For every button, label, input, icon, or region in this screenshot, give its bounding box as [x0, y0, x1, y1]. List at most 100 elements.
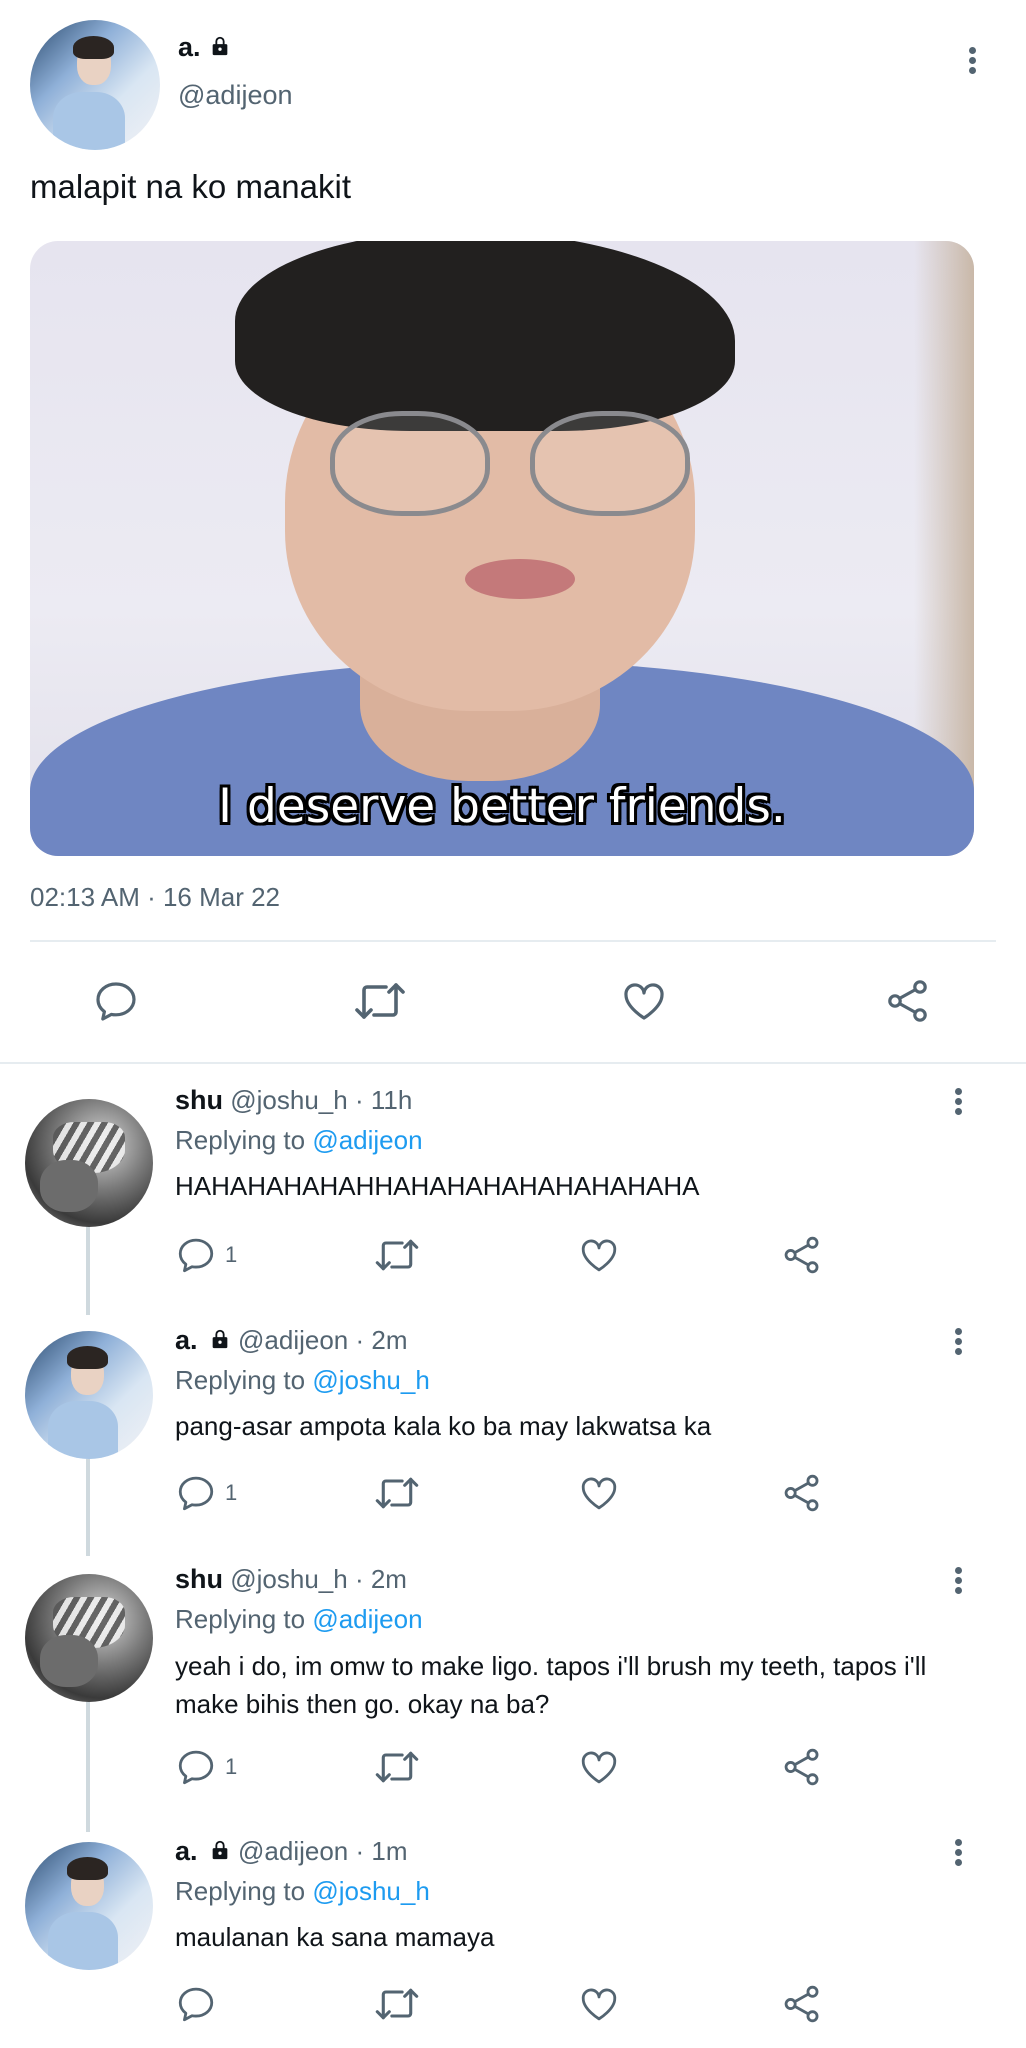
display-name[interactable]: a. — [178, 32, 201, 62]
media-caption: I deserve better friends. — [218, 779, 786, 834]
replying-prefix: Replying to — [175, 1125, 306, 1155]
reply-button[interactable]: 1 — [175, 1746, 237, 1788]
reply-text: maulanan ka sana mamaya — [175, 1922, 495, 1952]
retweet-icon — [375, 1477, 419, 1509]
mention-link[interactable]: @adijeon — [312, 1604, 422, 1634]
replying-to: Replying to @adijeon — [175, 1604, 423, 1635]
display-name[interactable]: shu — [175, 1085, 223, 1115]
like-button[interactable] — [578, 1983, 620, 2025]
display-name[interactable]: a. — [175, 1836, 198, 1866]
reply-time[interactable]: · 1m — [355, 1836, 407, 1866]
reply-author: a. @adijeon · 1m — [175, 1836, 407, 1867]
reply-icon — [178, 1238, 214, 1273]
replying-prefix: Replying to — [175, 1365, 306, 1395]
retweet-button[interactable] — [373, 1234, 421, 1276]
like-icon — [624, 983, 664, 1020]
share-button[interactable] — [781, 1983, 823, 2025]
replying-to: Replying to @joshu_h — [175, 1365, 430, 1396]
retweet-icon — [375, 1751, 419, 1783]
mention-link[interactable]: @adijeon — [312, 1125, 422, 1155]
author-handle[interactable]: @adijeon — [238, 1325, 348, 1355]
like-icon — [581, 1477, 617, 1510]
reply-button[interactable] — [175, 1983, 225, 2025]
more-options-icon[interactable] — [948, 1325, 968, 1361]
author-handle[interactable]: @joshu_h — [230, 1564, 347, 1594]
retweet-icon — [375, 1988, 419, 2020]
like-icon — [581, 1988, 617, 2021]
avatar[interactable] — [25, 1842, 153, 1970]
more-options-icon[interactable] — [948, 1836, 968, 1872]
reply-tweet[interactable]: a. @adijeon · 1m Replying to @joshu_h ma… — [0, 1836, 1026, 2048]
avatar[interactable] — [25, 1331, 153, 1459]
lock-icon — [212, 36, 228, 56]
reply-count: 1 — [225, 1480, 238, 1505]
tweet-timestamp[interactable]: 02:13 AM · 16 Mar 22 — [30, 882, 280, 913]
like-button[interactable] — [578, 1472, 620, 1514]
reply-time[interactable]: · 2m — [355, 1325, 407, 1355]
author-handle[interactable]: @adijeon — [178, 80, 293, 111]
retweet-button[interactable] — [352, 977, 408, 1025]
like-button[interactable] — [578, 1234, 620, 1276]
reply-time[interactable]: · 2m — [355, 1564, 407, 1594]
reply-tweet[interactable]: shu @joshu_h · 2m Replying to @adijeon y… — [0, 1564, 1026, 1824]
retweet-icon — [375, 1239, 419, 1271]
replying-prefix: Replying to — [175, 1876, 306, 1906]
section-divider — [0, 1062, 1026, 1064]
display-name[interactable]: a. — [175, 1325, 198, 1355]
mention-link[interactable]: @joshu_h — [312, 1365, 429, 1395]
display-name[interactable]: shu — [175, 1564, 223, 1594]
reply-author: shu @joshu_h · 2m — [175, 1564, 407, 1595]
main-tweet: a. @adijeon malapit na ko manakit I dese… — [0, 0, 1026, 1062]
reply-icon — [178, 1750, 214, 1785]
avatar[interactable] — [25, 1574, 153, 1702]
author-name-row: a. — [178, 32, 231, 63]
reply-text: pang-asar ampota kala ko ba may lakwatsa… — [175, 1411, 712, 1441]
reply-text: HAHAHAHAHAHHAHAHAHAHAHAHAHAHA — [175, 1171, 700, 1201]
reply-author: shu @joshu_h · 11h — [175, 1085, 412, 1116]
replying-to: Replying to @adijeon — [175, 1125, 423, 1156]
share-icon — [888, 980, 927, 1022]
avatar[interactable] — [25, 1099, 153, 1227]
reply-tweet[interactable]: a. @adijeon · 2m Replying to @joshu_h pa… — [0, 1325, 1026, 1545]
lock-icon — [212, 1840, 228, 1860]
reply-icon — [178, 1987, 214, 2022]
retweet-button[interactable] — [373, 1472, 421, 1514]
reply-button[interactable]: 1 — [175, 1234, 237, 1276]
share-icon — [784, 1748, 819, 1786]
share-icon — [784, 1474, 819, 1512]
reply-button[interactable]: 1 — [175, 1472, 237, 1514]
reply-count: 1 — [225, 1242, 238, 1267]
share-icon — [784, 1236, 819, 1274]
author-handle[interactable]: @adijeon — [238, 1836, 348, 1866]
tweet-text: malapit na ko manakit — [30, 168, 351, 205]
reply-button[interactable] — [92, 977, 140, 1025]
more-options-icon[interactable] — [948, 1085, 968, 1121]
reply-time[interactable]: · 11h — [355, 1085, 412, 1115]
like-button[interactable] — [619, 977, 669, 1025]
like-button[interactable] — [578, 1746, 620, 1788]
like-icon — [581, 1751, 617, 1784]
tweet-media-image[interactable]: I deserve better friends. — [30, 241, 974, 856]
retweet-icon — [355, 983, 405, 1019]
reply-icon — [178, 1476, 214, 1511]
share-button[interactable] — [781, 1472, 823, 1514]
reply-count: 1 — [225, 1754, 238, 1779]
share-button[interactable] — [884, 977, 932, 1025]
replying-prefix: Replying to — [175, 1604, 306, 1634]
more-options-icon[interactable] — [948, 1564, 968, 1600]
reply-icon — [96, 982, 136, 1021]
share-icon — [784, 1985, 819, 2023]
avatar[interactable] — [30, 20, 160, 150]
retweet-button[interactable] — [373, 1983, 421, 2025]
replying-to: Replying to @joshu_h — [175, 1876, 430, 1907]
more-options-icon[interactable] — [962, 44, 982, 80]
like-icon — [581, 1239, 617, 1272]
mention-link[interactable]: @joshu_h — [312, 1876, 429, 1906]
share-button[interactable] — [781, 1234, 823, 1276]
reply-author: a. @adijeon · 2m — [175, 1325, 407, 1356]
divider — [30, 940, 996, 942]
author-handle[interactable]: @joshu_h — [230, 1085, 347, 1115]
retweet-button[interactable] — [373, 1746, 421, 1788]
reply-tweet[interactable]: shu @joshu_h · 11h Replying to @adijeon … — [0, 1085, 1026, 1305]
share-button[interactable] — [781, 1746, 823, 1788]
